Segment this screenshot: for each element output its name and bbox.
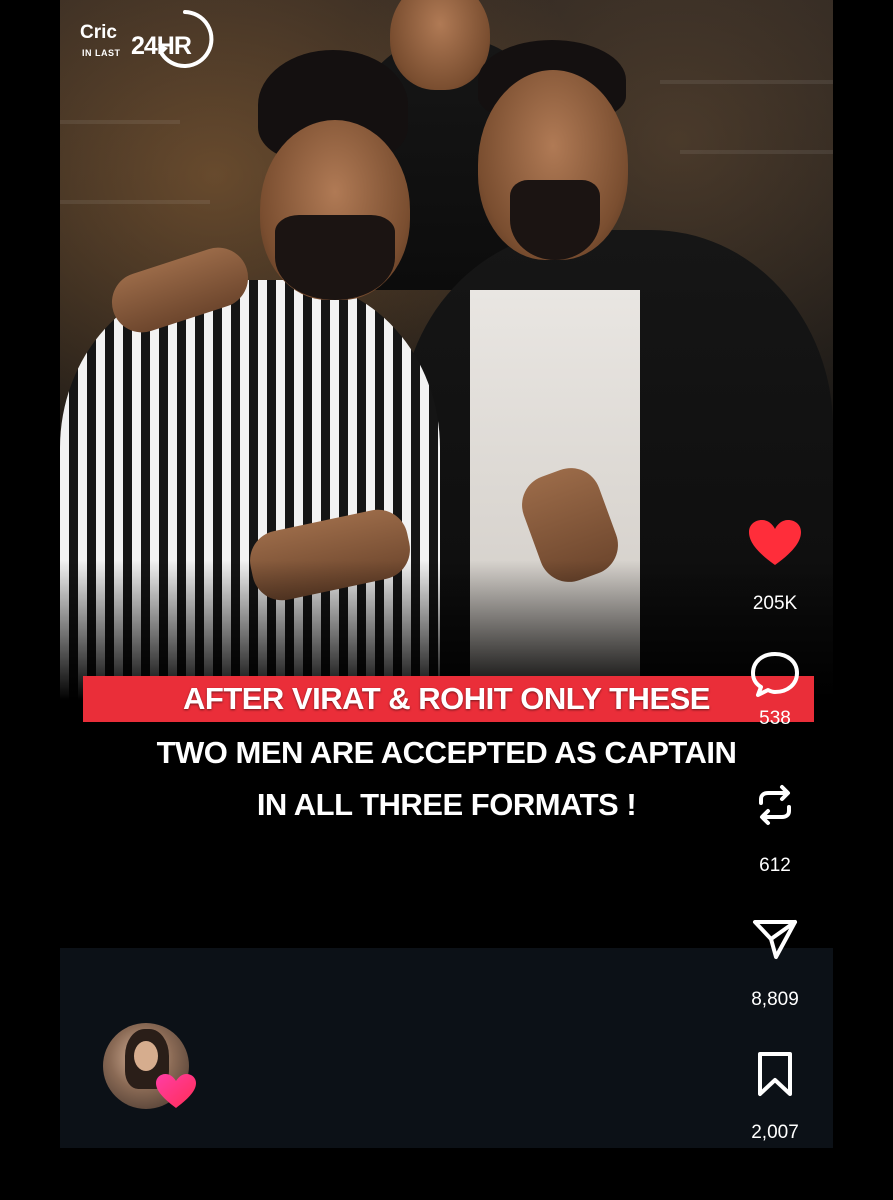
- like-count: 205K: [752, 593, 798, 614]
- shelf: [660, 80, 833, 84]
- repost-count: 612: [759, 855, 791, 876]
- save-button[interactable]: 2,007: [735, 1050, 815, 1144]
- logo-text-cric: Cric: [80, 22, 117, 43]
- avatar-face: [134, 1041, 158, 1071]
- repost-button[interactable]: 612: [735, 783, 815, 877]
- comment-bubble-icon: [751, 652, 799, 697]
- logo-text-24hr: 24HR: [131, 32, 192, 60]
- paper-plane-icon: [753, 920, 797, 959]
- comment-button[interactable]: 538: [735, 650, 815, 730]
- headline-line-1: AFTER VIRAT & ROHIT ONLY THESE: [183, 681, 710, 716]
- right-person-beard: [510, 180, 600, 260]
- shelf: [680, 150, 833, 154]
- repost-arrows-icon: [759, 785, 791, 825]
- logo-text-in-last: IN LAST: [82, 48, 121, 58]
- bookmark-icon: [758, 1052, 792, 1096]
- cric24hr-logo: Cric IN LAST 24HR: [80, 8, 220, 78]
- headline-line-3: IN ALL THREE FORMATS !: [256, 787, 637, 822]
- shelf: [60, 200, 210, 204]
- comment-count: 538: [759, 708, 791, 729]
- share-button[interactable]: 8,809: [735, 917, 815, 1011]
- share-count: 8,809: [751, 989, 799, 1010]
- shelf: [60, 120, 180, 124]
- left-person-beard: [275, 215, 395, 300]
- headline-line-2: TWO MEN ARE ACCEPTED AS CAPTAIN: [156, 735, 737, 770]
- heart-icon: [749, 520, 801, 565]
- save-count: 2,007: [751, 1122, 799, 1143]
- background-person-head: [390, 0, 490, 90]
- post-photo[interactable]: [60, 0, 833, 700]
- heart-badge-icon: [156, 1074, 196, 1108]
- like-button[interactable]: 205K: [735, 519, 815, 615]
